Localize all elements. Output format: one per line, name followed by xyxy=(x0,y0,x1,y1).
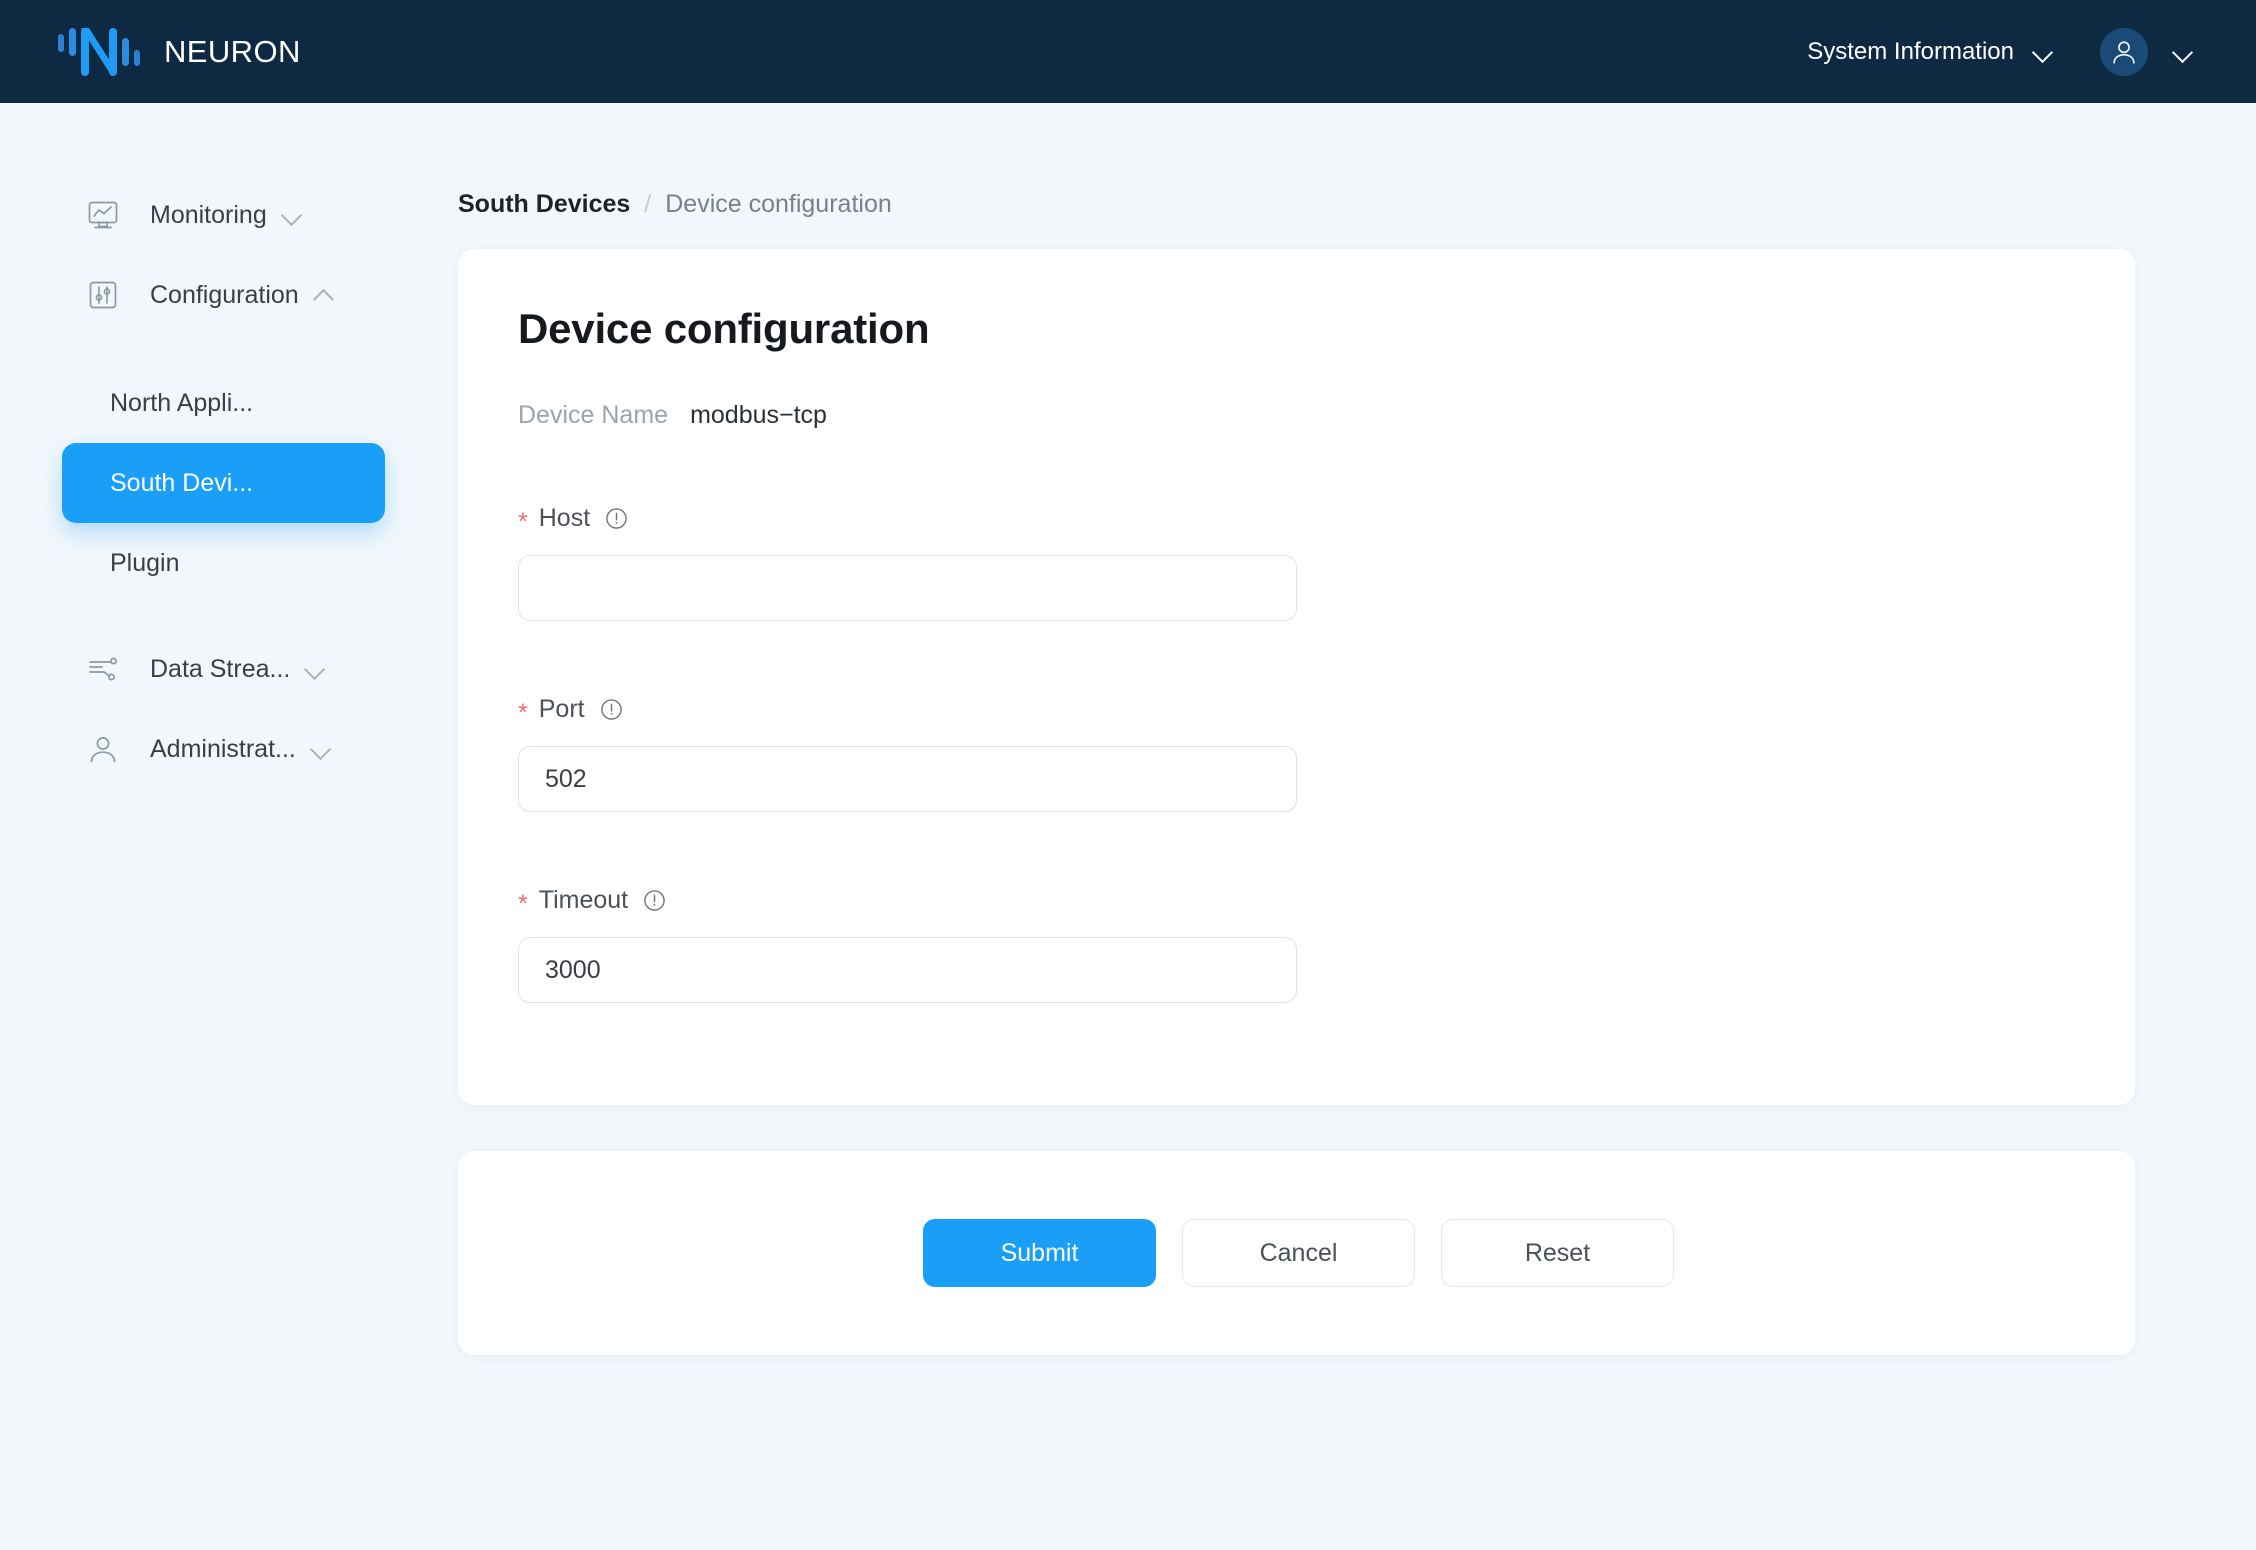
sidebar-item-label: South Devi... xyxy=(110,469,253,498)
user-menu[interactable] xyxy=(2100,28,2194,76)
chevron-up-icon xyxy=(313,284,335,306)
chevron-down-icon xyxy=(304,658,326,680)
host-label: * Host xyxy=(518,504,2075,533)
sidebar-item-south-devices[interactable]: South Devi... xyxy=(62,443,385,523)
sidebar-item-label: Monitoring xyxy=(150,201,267,230)
sidebar-item-administration[interactable]: Administrat... xyxy=(0,709,455,789)
sidebar-item-north-applications[interactable]: North Appli... xyxy=(62,363,455,443)
breadcrumb-current: Device configuration xyxy=(665,190,892,219)
chevron-down-icon xyxy=(281,204,303,226)
device-name-row: Device Name modbus−tcp xyxy=(518,401,2075,430)
user-icon xyxy=(84,730,122,768)
brand: NEURON xyxy=(0,24,301,80)
user-avatar-icon xyxy=(2109,37,2139,67)
monitor-chart-icon xyxy=(84,196,122,234)
device-name-value: modbus−tcp xyxy=(690,401,827,430)
field-label-text: Port xyxy=(539,695,585,724)
sidebar: Monitoring Configuration North Appli... … xyxy=(0,103,455,1550)
main-content: South Devices / Device configuration Dev… xyxy=(455,103,2256,1550)
info-circle-icon[interactable] xyxy=(600,698,623,721)
chevron-down-icon xyxy=(310,738,332,760)
field-label-text: Timeout xyxy=(539,886,628,915)
sidebar-item-label: Plugin xyxy=(110,549,180,578)
required-marker: * xyxy=(518,701,528,726)
breadcrumb: South Devices / Device configuration xyxy=(455,103,2256,219)
chevron-down-icon xyxy=(2032,41,2054,63)
sidebar-item-label: North Appli... xyxy=(110,389,253,418)
neuron-logo-icon xyxy=(56,24,142,80)
breadcrumb-separator: / xyxy=(644,190,651,219)
field-label-text: Host xyxy=(539,504,590,533)
info-circle-icon[interactable] xyxy=(605,507,628,530)
page-title: Device configuration xyxy=(518,305,2075,353)
submit-button[interactable]: Submit xyxy=(923,1219,1156,1287)
host-input[interactable] xyxy=(518,555,1297,621)
reset-button[interactable]: Reset xyxy=(1441,1219,1674,1287)
system-information-menu[interactable]: System Information xyxy=(1807,38,2054,66)
sidebar-item-label: Data Strea... xyxy=(150,655,290,684)
sidebar-item-monitoring[interactable]: Monitoring xyxy=(0,175,455,255)
port-input[interactable] xyxy=(518,746,1297,812)
sidebar-item-label: Administrat... xyxy=(150,735,296,764)
sidebar-item-data-streams[interactable]: Data Strea... xyxy=(0,629,455,709)
system-information-label: System Information xyxy=(1807,38,2014,66)
timeout-field-group: * Timeout xyxy=(518,886,2075,1003)
device-name-label: Device Name xyxy=(518,401,668,430)
avatar[interactable] xyxy=(2100,28,2148,76)
app-header: NEURON System Information xyxy=(0,0,2256,103)
sliders-icon xyxy=(84,276,122,314)
port-label: * Port xyxy=(518,695,2075,724)
sidebar-item-plugin[interactable]: Plugin xyxy=(62,523,455,603)
sidebar-item-label: Configuration xyxy=(150,281,299,310)
data-stream-icon xyxy=(84,650,122,688)
required-marker: * xyxy=(518,510,528,535)
sidebar-item-configuration[interactable]: Configuration xyxy=(0,255,455,335)
chevron-down-icon xyxy=(2172,41,2194,63)
timeout-input[interactable] xyxy=(518,937,1297,1003)
device-configuration-card: Device configuration Device Name modbus−… xyxy=(458,249,2135,1105)
host-field-group: * Host xyxy=(518,504,2075,621)
header-right: System Information xyxy=(1807,28,2256,76)
cancel-button[interactable]: Cancel xyxy=(1182,1219,1415,1287)
breadcrumb-root[interactable]: South Devices xyxy=(458,190,630,219)
timeout-label: * Timeout xyxy=(518,886,2075,915)
info-circle-icon[interactable] xyxy=(643,889,666,912)
actions-card: Submit Cancel Reset xyxy=(458,1151,2135,1355)
port-field-group: * Port xyxy=(518,695,2075,812)
required-marker: * xyxy=(518,892,528,917)
brand-name: NEURON xyxy=(164,34,301,70)
